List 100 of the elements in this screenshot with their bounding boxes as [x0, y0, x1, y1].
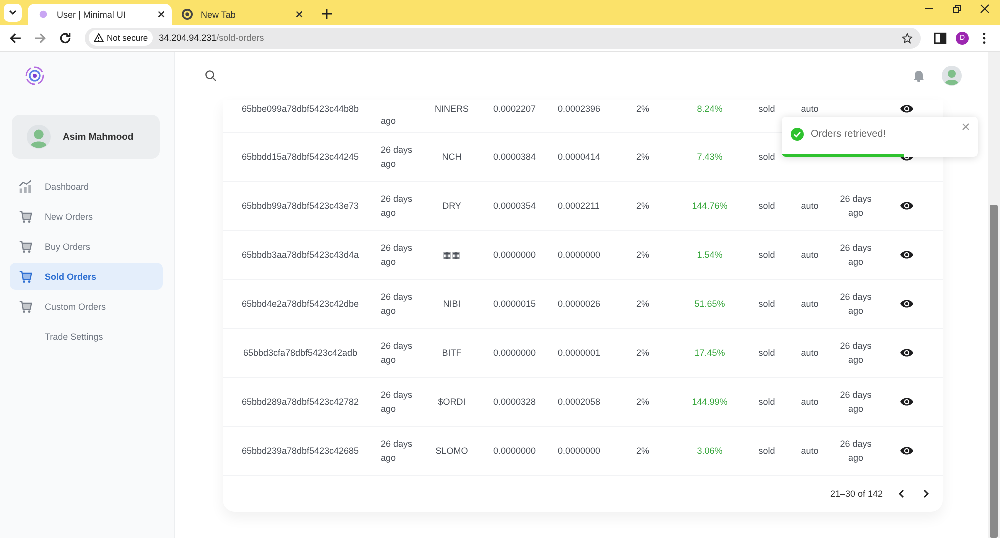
nav-item[interactable]: Trade Settings [10, 323, 163, 350]
status-text: sold [758, 298, 776, 311]
fee-percent: 2% [636, 151, 650, 164]
buy-price: 0.0000000 [494, 347, 534, 360]
star-icon[interactable] [902, 32, 913, 44]
success-icon [791, 128, 804, 141]
reload-icon[interactable] [59, 32, 72, 44]
nav-item[interactable]: Sold Orders [10, 263, 163, 290]
order-id: 65bbd239a78dbf5423c42685 [242, 445, 360, 458]
fee-percent: 2% [636, 445, 650, 458]
user-name: Asim Mahmood [63, 132, 134, 142]
status-text: sold [758, 445, 776, 458]
updated-time: 26 days ago [839, 193, 873, 220]
avatar [942, 66, 962, 86]
back-icon[interactable] [9, 32, 22, 44]
profit-percent: 51.65% [694, 298, 726, 311]
forward-icon[interactable] [34, 32, 47, 44]
nav-item[interactable]: New Orders [10, 203, 163, 230]
cart-icon [19, 210, 33, 224]
order-id: 65bbd4e2a78dbf5423c42dbe [242, 298, 360, 311]
buy-price: 0.0000384 [494, 151, 534, 164]
order-id: 65bbd289a78dbf5423c42782 [242, 396, 360, 409]
fee-percent: 2% [636, 249, 650, 262]
mode-text: auto [801, 103, 819, 116]
next-page-icon[interactable] [921, 489, 931, 499]
mode-text: auto [801, 396, 819, 409]
browser-tab[interactable]: New Tab [172, 4, 310, 25]
user-card[interactable]: Asim Mahmood [12, 115, 160, 159]
cart-icon [19, 240, 33, 254]
sell-price: 0.0002396 [558, 103, 598, 116]
created-time: 26 days ago [381, 144, 414, 171]
close-icon[interactable] [295, 10, 304, 19]
side-panel-icon[interactable] [934, 32, 947, 44]
buy-price: 0.0000000 [494, 445, 534, 458]
created-time: ago [381, 115, 396, 128]
created-time: 26 days ago [381, 193, 414, 220]
new-tab-icon[interactable] [322, 9, 332, 19]
order-id: 65bbdb99a78dbf5423c43e73 [242, 200, 360, 213]
search-icon[interactable] [205, 70, 217, 82]
token-symbol: NCH [442, 151, 462, 164]
chart-icon [19, 180, 33, 194]
token-symbol: DRY [442, 200, 462, 213]
updated-time: 26 days ago [839, 242, 873, 269]
token-symbol: NINERS [434, 103, 469, 116]
created-time: 26 days ago [381, 291, 414, 318]
status-text: sold [758, 249, 776, 262]
created-time: 26 days ago [381, 438, 414, 465]
app-logo[interactable] [25, 66, 45, 86]
token-symbol: SLOMO [436, 445, 468, 458]
security-chip[interactable]: Not secure [89, 30, 154, 46]
buy-price: 0.0000328 [494, 396, 534, 409]
cart-icon [19, 300, 33, 314]
close-icon[interactable] [980, 4, 990, 14]
order-id: 65bbd3cfa78dbf5423c42adb [243, 347, 358, 360]
chevron-down-icon [9, 10, 17, 16]
nav-item[interactable]: Buy Orders [10, 233, 163, 260]
sell-price: 0.0000026 [558, 298, 598, 311]
token-symbol: BITF [442, 347, 462, 360]
site-favicon [38, 9, 49, 20]
buy-price: 0.0000015 [494, 298, 534, 311]
bell-icon[interactable] [912, 69, 926, 83]
nav-item[interactable]: Dashboard [10, 173, 163, 200]
previous-page-icon[interactable] [897, 489, 907, 499]
mode-text: auto [801, 347, 819, 360]
buy-price: 0.0000000 [494, 249, 534, 262]
token-symbol: NIBI [443, 298, 461, 311]
mode-text: auto [801, 249, 819, 262]
tab-title: User | Minimal UI [57, 10, 127, 20]
buy-price: 0.0000354 [494, 200, 534, 213]
updated-time: 26 days ago [839, 438, 873, 465]
sell-price: 0.0002211 [558, 200, 598, 213]
fee-percent: 2% [636, 200, 650, 213]
toast-message: Orders retrieved! [811, 129, 886, 140]
restore-icon[interactable] [952, 4, 962, 14]
tab-list-button[interactable] [4, 4, 22, 22]
fee-percent: 2% [636, 103, 650, 116]
tab-title: New Tab [201, 10, 237, 20]
sell-price: 0.0000001 [558, 347, 598, 360]
order-id: 65bbdd15a78dbf5423c44245 [242, 151, 360, 164]
updated-time: 26 days ago [839, 340, 873, 367]
token-symbol: $ORDI [438, 396, 466, 409]
mode-text: auto [801, 298, 819, 311]
url-text: 34.204.94.231/sold-orders [159, 33, 266, 43]
status-text: sold [758, 396, 776, 409]
address-bar[interactable]: Not secure 34.204.94.231/sold-orders [85, 28, 921, 48]
buy-price: 0.0002207 [494, 103, 534, 116]
token-symbol: ▦▦ [443, 249, 461, 262]
nav-item[interactable]: Custom Orders [10, 293, 163, 320]
sell-price: 0.0002058 [558, 396, 598, 409]
warning-icon [94, 33, 104, 43]
browser-tab[interactable]: User | Minimal UI [28, 4, 172, 25]
close-icon[interactable] [157, 10, 166, 19]
avatar [27, 125, 51, 149]
profit-percent: 8.24% [697, 103, 723, 116]
sell-price: 0.0000414 [558, 151, 598, 164]
created-time: 26 days ago [381, 242, 414, 269]
profit-percent: 144.99% [692, 396, 728, 409]
order-id: 65bbdb3aa78dbf5423c43d4a [242, 249, 360, 262]
status-text: sold [758, 347, 776, 360]
scrollbar-thumb[interactable] [990, 205, 998, 538]
